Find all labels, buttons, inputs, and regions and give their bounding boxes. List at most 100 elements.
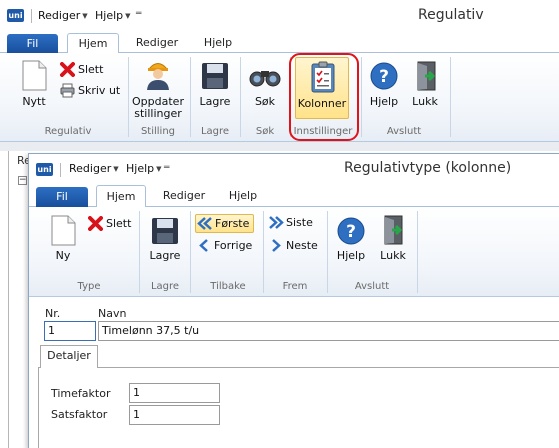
ribbon-home: Nytt Slett Skriv ut Regulativ Oppdater s…	[0, 53, 559, 142]
new-button[interactable]: Nytt	[14, 57, 54, 117]
last-button[interactable]: Siste	[267, 214, 323, 233]
group-label-stilling: Stilling	[140, 126, 176, 137]
save-label: Lagre	[149, 249, 181, 262]
tab-rediger[interactable]: Rediger	[127, 33, 187, 53]
tab-hjelp[interactable]: Hjelp	[193, 33, 243, 53]
toolbar-divider	[31, 9, 32, 23]
caret-down-icon: ▼	[156, 165, 162, 173]
group-label-frem: Frem	[282, 281, 308, 292]
menu-hjelp[interactable]: Hjelp ▼	[95, 9, 131, 22]
dialog-ribbon-tabs: Fil Hjem Rediger Hjelp	[29, 184, 559, 208]
group-divider	[240, 57, 241, 137]
group-divider	[327, 211, 328, 293]
worker-icon	[147, 63, 169, 90]
group-divider	[263, 211, 264, 293]
update-positions-button[interactable]: Oppdater stillinger	[130, 57, 186, 123]
previous-button[interactable]: Forrige	[195, 237, 261, 256]
new-button[interactable]: Ny	[43, 213, 83, 267]
help-button[interactable]: ? Hjelp	[364, 57, 404, 117]
app-logo-icon: uni	[7, 9, 24, 22]
group-divider	[417, 211, 418, 293]
help-button[interactable]: ? Hjelp	[331, 213, 371, 267]
tab-hjelp[interactable]: Hjelp	[218, 186, 268, 206]
time-factor-field[interactable]: 1	[129, 383, 220, 403]
nr-label: Nr.	[45, 307, 61, 320]
tab-fil[interactable]: Fil	[36, 187, 88, 207]
double-right-arrow-icon	[269, 216, 284, 229]
close-label: Lukk	[412, 95, 438, 108]
customize-toolbar-icon[interactable]: ═	[164, 163, 169, 173]
window-title: Regulativ	[418, 7, 484, 23]
new-label: Nytt	[22, 95, 46, 108]
binoculars-icon	[249, 71, 281, 87]
close-label: Lukk	[380, 249, 406, 262]
group-divider	[190, 57, 191, 137]
delete-x-icon	[60, 62, 75, 77]
dialog-ribbon-home: Ny Slett Type Lagre Lagre Første Forrige…	[29, 207, 559, 297]
search-label: Søk	[254, 95, 276, 108]
delete-button[interactable]: Slett	[59, 61, 119, 79]
menu-hjelp[interactable]: Hjelp ▼	[126, 162, 162, 175]
print-button[interactable]: Skriv ut	[59, 82, 121, 100]
right-arrow-icon	[272, 239, 281, 252]
svg-text:?: ?	[346, 222, 356, 242]
close-button[interactable]: Lukk	[405, 57, 445, 117]
save-button[interactable]: Lagre	[142, 213, 188, 267]
menu-rediger[interactable]: Rediger ▼	[69, 162, 119, 175]
svg-text:?: ?	[379, 67, 389, 87]
delete-button[interactable]: Slett	[87, 215, 135, 233]
toolbar-divider	[60, 163, 61, 177]
annotation-highlight-ring	[289, 53, 359, 141]
tab-hjem[interactable]: Hjem	[96, 185, 146, 208]
group-divider	[450, 57, 451, 137]
tab-rediger[interactable]: Rediger	[154, 186, 214, 206]
help-question-icon: ?	[337, 217, 365, 245]
group-label-lagre: Lagre	[150, 281, 180, 292]
double-left-arrow-icon	[197, 217, 212, 230]
details-panel	[38, 367, 559, 448]
next-button[interactable]: Neste	[267, 237, 325, 256]
exit-door-icon	[417, 61, 436, 91]
app-logo-icon: uni	[36, 163, 53, 176]
name-field[interactable]: Timelønn 37,5 t/u	[98, 321, 559, 341]
caret-down-icon: ▼	[82, 12, 88, 20]
floppy-disk-icon	[152, 218, 178, 244]
caret-down-icon: ▼	[125, 12, 131, 20]
group-label-type: Type	[77, 281, 101, 292]
first-button[interactable]: Første	[195, 214, 254, 233]
group-divider	[190, 211, 191, 293]
close-button[interactable]: Lukk	[373, 213, 413, 267]
delete-label: Slett	[106, 217, 132, 230]
last-label: Siste	[286, 216, 313, 229]
print-label: Skriv ut	[78, 84, 121, 97]
tab-hjem[interactable]: Hjem	[67, 33, 119, 54]
customize-toolbar-icon[interactable]: ═	[136, 9, 141, 19]
help-label: Hjelp	[369, 95, 399, 108]
group-label-lagre: Lagre	[200, 126, 230, 137]
group-label-avslutt: Avslutt	[386, 126, 422, 137]
dialog-window: uni Rediger ▼ Hjelp ▼ ═ Regulativtype (kol…	[28, 153, 559, 448]
nr-field[interactable]: 1	[44, 321, 96, 341]
tab-fil[interactable]: Fil	[7, 34, 58, 53]
positions-label: stillinger	[134, 107, 182, 120]
left-arrow-icon	[199, 239, 208, 252]
next-label: Neste	[286, 239, 318, 252]
help-question-icon: ?	[370, 62, 398, 90]
previous-label: Forrige	[214, 239, 253, 252]
dialog-title: Regulativtype (kolonne)	[344, 160, 512, 176]
caret-down-icon: ▼	[113, 165, 119, 173]
group-label-sok: Søk	[255, 126, 275, 137]
tab-details[interactable]: Detaljer	[40, 345, 98, 368]
group-divider	[128, 57, 129, 137]
group-label-avslutt: Avslutt	[354, 281, 390, 292]
tree-collapse-icon[interactable]: −	[18, 176, 27, 185]
save-button[interactable]: Lagre	[193, 57, 237, 117]
menu-rediger[interactable]: Rediger ▼	[38, 9, 88, 22]
group-label-tilbake: Tilbake	[210, 281, 246, 292]
rate-factor-field[interactable]: 1	[129, 405, 220, 425]
rate-factor-label: Satsfaktor	[51, 408, 108, 421]
window-divider	[0, 142, 559, 151]
group-divider	[139, 211, 140, 293]
group-divider	[361, 57, 362, 137]
search-button[interactable]: Søk	[243, 57, 287, 117]
